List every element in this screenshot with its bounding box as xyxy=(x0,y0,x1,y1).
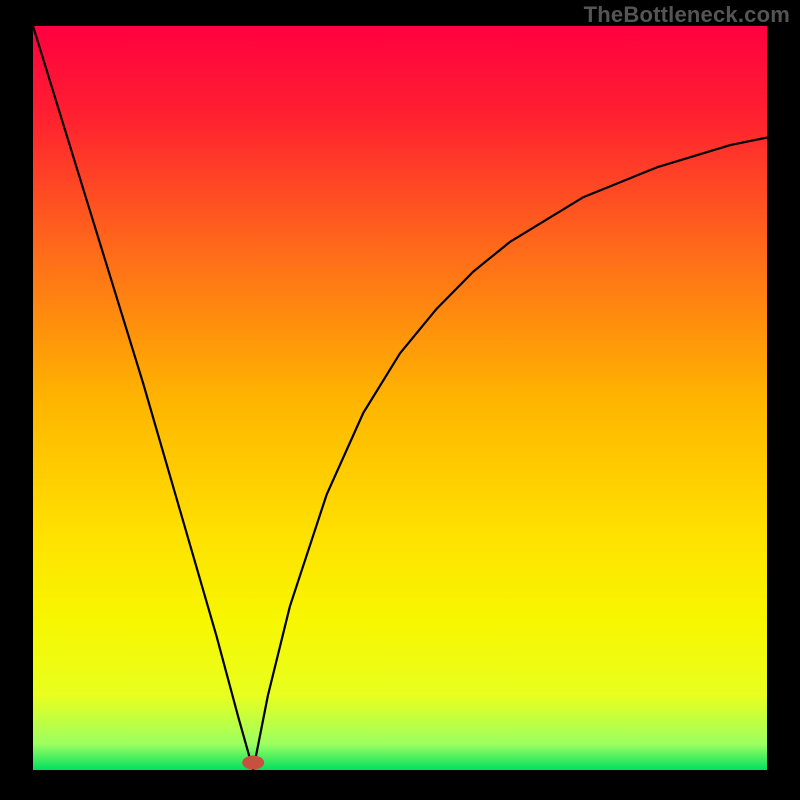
bottleneck-chart xyxy=(0,0,800,800)
optimum-marker xyxy=(242,756,264,770)
chart-frame: TheBottleneck.com xyxy=(0,0,800,800)
gradient-background xyxy=(33,26,767,770)
plot-area xyxy=(33,26,767,770)
watermark-text: TheBottleneck.com xyxy=(584,2,790,28)
